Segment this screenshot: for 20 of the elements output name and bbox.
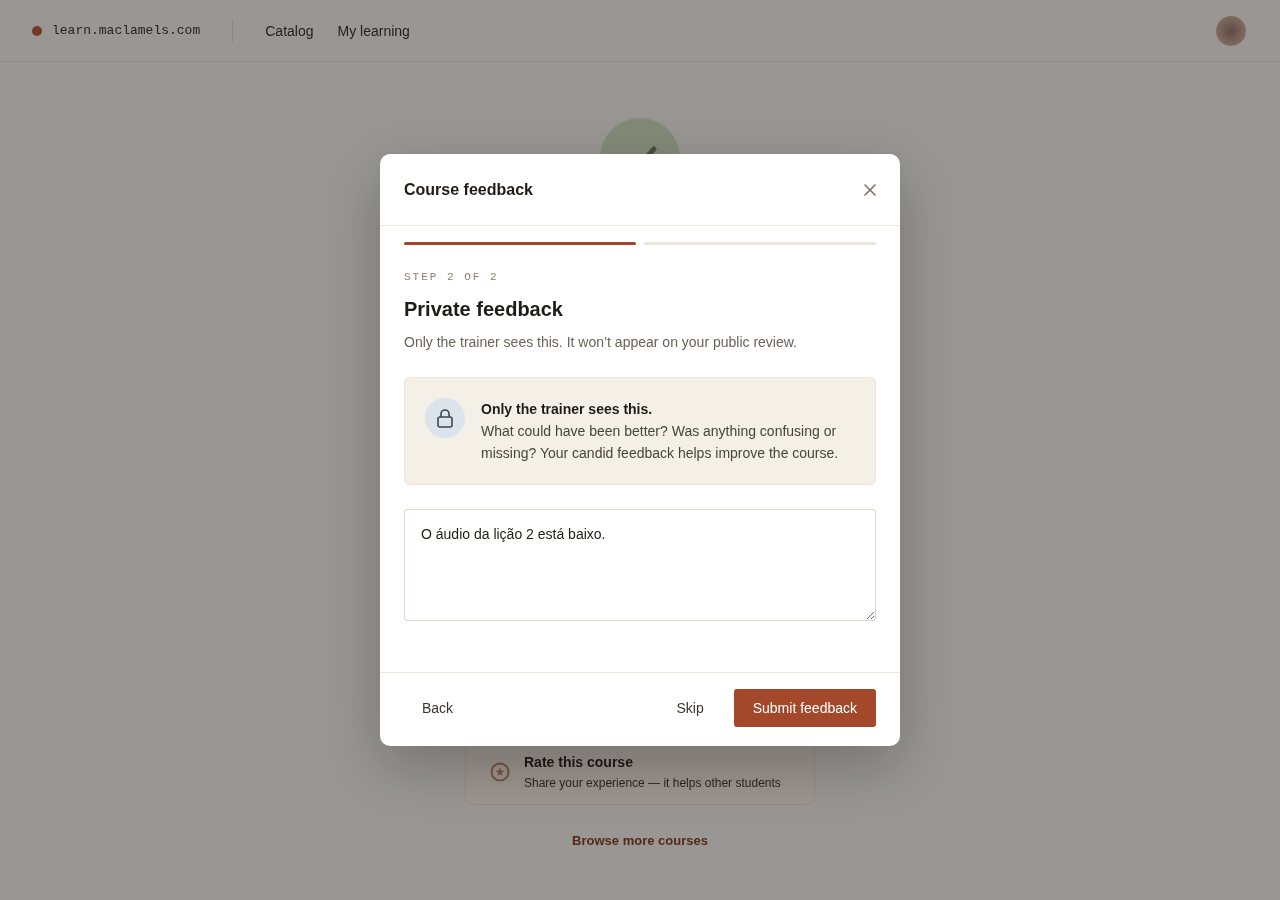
notice-title: Only the trainer sees this. bbox=[481, 400, 654, 419]
avatar[interactable] bbox=[1216, 15, 1246, 46]
step-label: STEP 2 OF 2 bbox=[404, 270, 500, 284]
dot-icon bbox=[32, 25, 42, 36]
close-icon bbox=[864, 183, 876, 196]
submit-button[interactable]: Submit feedback bbox=[733, 689, 876, 727]
section-subtitle: Only the trainer sees this. It won’t appear on your public review. bbox=[404, 333, 798, 352]
notice-text: What could have been better? Was anything confusing or missing? Your candid feedback helps improve the course. bbox=[481, 422, 840, 463]
skip-button[interactable]: Skip bbox=[658, 689, 722, 727]
section-heading: Private feedback bbox=[404, 297, 564, 322]
brand-name[interactable]: learn.maclamels.com bbox=[52, 23, 201, 38]
nav-link[interactable]: Catalog bbox=[265, 22, 314, 39]
feedback-field[interactable]: O áudio da lição 2 está baixo. bbox=[404, 509, 876, 621]
browse-link[interactable]: Browse more courses bbox=[572, 833, 708, 848]
nav-link[interactable]: My learning bbox=[337, 22, 410, 39]
card-subtitle: Share your experience — it helps other students bbox=[524, 776, 781, 790]
back-button[interactable]: Back bbox=[404, 689, 472, 727]
lock-icon bbox=[425, 398, 465, 438]
card-title: Rate this course bbox=[524, 754, 634, 770]
dialog-title: Course feedback bbox=[404, 180, 533, 199]
